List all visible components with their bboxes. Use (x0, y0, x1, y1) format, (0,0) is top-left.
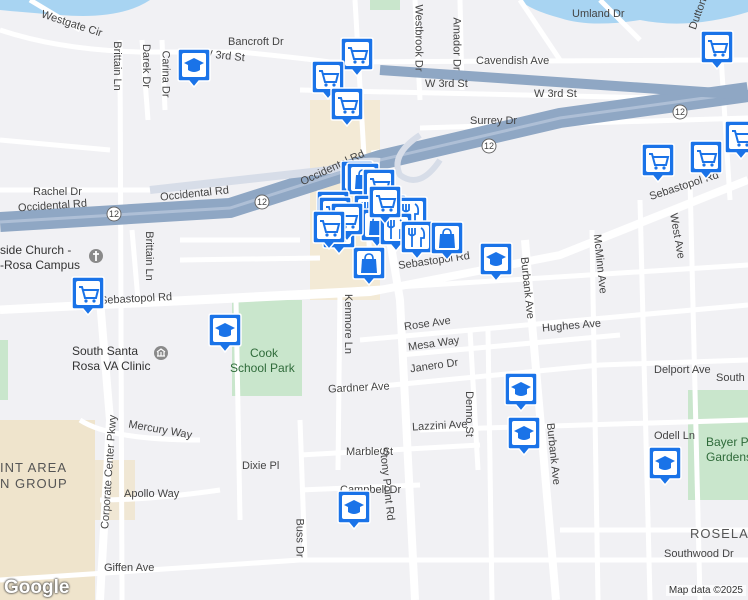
street-label: Brittain Ln (110, 41, 123, 91)
street-label: Umland Dr (572, 8, 625, 20)
hwy-shield-label: 12 (675, 107, 686, 117)
poi-label: side Church - (0, 243, 72, 257)
map-marker[interactable] (504, 372, 538, 412)
map-marker[interactable] (689, 140, 723, 180)
school-icon (177, 48, 211, 88)
shopping-cart-icon (724, 120, 748, 160)
street-label: W 3rd St (534, 88, 577, 100)
street-label: Darek Dr (140, 43, 153, 89)
street-label: Bancroft Dr (228, 36, 284, 48)
park-label: Gardens (706, 450, 748, 464)
street-label: Carina Dr (159, 50, 172, 98)
poi-label: -Rosa Campus (0, 258, 81, 272)
street-label: Dixie Pl (242, 460, 280, 472)
shopping-cart-icon (340, 37, 374, 77)
map-marker[interactable] (479, 242, 513, 282)
shopping-cart-icon (689, 140, 723, 180)
map-marker[interactable] (177, 48, 211, 88)
school-icon (507, 416, 541, 456)
park-label: School Park (230, 361, 295, 375)
street-label: South (716, 372, 745, 384)
street-label: Kenmore Ln (341, 294, 354, 354)
street-label: Rachel Dr (33, 186, 82, 198)
map-marker[interactable] (400, 220, 434, 260)
map-marker[interactable] (340, 37, 374, 77)
hwy-shield-label: 12 (109, 209, 120, 219)
area-label: N GROUP (0, 476, 68, 491)
street-label: Brittain Ln (142, 231, 155, 281)
map-marker[interactable] (724, 120, 748, 160)
clinic-icon (154, 346, 168, 360)
area-label: ROSELAN (690, 526, 748, 541)
shopping-cart-icon (312, 210, 346, 250)
map-marker[interactable] (71, 276, 105, 316)
shopping-cart-icon (330, 87, 364, 127)
map-marker[interactable] (700, 30, 734, 70)
church-icon (89, 249, 103, 263)
map-data-attribution[interactable]: Map data ©2025 (665, 585, 746, 596)
shopping-bag-icon (430, 221, 464, 261)
map-marker[interactable] (368, 185, 402, 225)
street-label: Surrey Dr (470, 115, 518, 127)
park-label: Cook (250, 346, 279, 360)
map-marker[interactable] (352, 246, 386, 286)
restaurant-icon (400, 220, 434, 260)
poi-label: Rosa VA Clinic (72, 359, 151, 373)
street-label: Southwood Dr (664, 548, 734, 560)
street-label: Delport Ave (654, 364, 711, 376)
street-label: Cavendish Ave (476, 55, 550, 67)
map-marker[interactable] (430, 221, 464, 261)
map-marker[interactable] (330, 87, 364, 127)
poi-label: South Santa (72, 344, 139, 358)
street-label: Amador Dr (450, 17, 463, 71)
school-icon (337, 490, 371, 530)
map-canvas[interactable]: 12 12 12 12 Westgate Cir Bancroft Dr W 3… (0, 0, 748, 600)
street-label: Buss Dr (293, 518, 306, 558)
map-marker[interactable] (641, 143, 675, 183)
street-label: Apollo Way (124, 488, 180, 500)
shopping-cart-icon (700, 30, 734, 70)
street-label: W 3rd St (425, 78, 468, 90)
street-label: Odell Ln (654, 430, 695, 442)
park-label: Bayer Park (706, 435, 748, 449)
school-icon (504, 372, 538, 412)
shopping-cart-icon (71, 276, 105, 316)
hwy-shield-label: 12 (484, 141, 495, 151)
map-marker[interactable] (208, 313, 242, 353)
school-icon (479, 242, 513, 282)
google-logo: Google (4, 577, 70, 598)
shopping-bag-icon (352, 246, 386, 286)
map-marker[interactable] (312, 210, 346, 250)
street-label: Westbrook Dr (412, 4, 425, 72)
school-icon (208, 313, 242, 353)
area-label: INT AREA (0, 460, 68, 475)
map-marker[interactable] (507, 416, 541, 456)
school-icon (648, 446, 682, 486)
street-label: Denno St (462, 391, 475, 437)
hwy-shield-label: 12 (257, 197, 268, 207)
map-marker[interactable] (648, 446, 682, 486)
street-label: Giffen Ave (104, 562, 155, 574)
shopping-cart-icon (368, 185, 402, 225)
shopping-cart-icon (641, 143, 675, 183)
map-marker[interactable] (337, 490, 371, 530)
